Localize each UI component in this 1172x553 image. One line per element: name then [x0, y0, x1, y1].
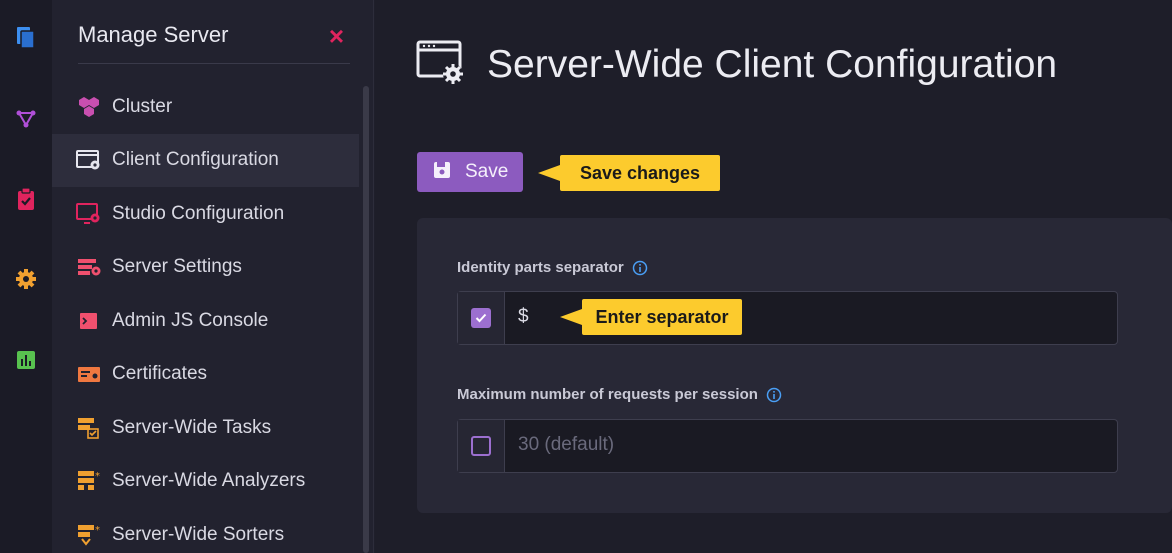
server-settings-icon	[76, 256, 102, 278]
documents-icon[interactable]	[14, 26, 38, 50]
menu-item-label: Server Settings	[112, 256, 242, 278]
tasks-icon	[76, 417, 102, 439]
max-requests-checkbox-cell	[458, 420, 505, 472]
field-label-text: Identity parts separator	[457, 259, 624, 276]
menu-item-client-configuration[interactable]: Client Configuration	[52, 133, 359, 187]
cluster-icon	[76, 96, 102, 118]
sorters-icon: *	[76, 524, 102, 546]
main-content: Server-Wide Client Configuration Save Sa…	[375, 0, 1172, 553]
info-icon[interactable]	[766, 387, 782, 403]
menu-scrollbar[interactable]	[363, 86, 369, 553]
menu-item-label: Server-Wide Sorters	[112, 523, 285, 545]
menu-item-server-wide-tasks[interactable]: Server-Wide Tasks	[52, 401, 359, 455]
close-icon[interactable]: ×	[329, 23, 344, 49]
menu-item-server-settings[interactable]: Server Settings	[52, 241, 359, 295]
menu-item-certificates[interactable]: Certificates	[52, 348, 359, 402]
info-icon[interactable]	[632, 260, 648, 276]
menu-item-admin-js-console[interactable]: Admin JS Console	[52, 294, 359, 348]
menu-item-studio-configuration[interactable]: Studio Configuration	[52, 187, 359, 241]
identity-separator-input[interactable]: $	[518, 306, 529, 328]
max-requests-label: Maximum number of requests per session	[457, 386, 782, 403]
save-changes-callout: Save changes	[538, 155, 720, 191]
page-title: Server-Wide Client Configuration	[487, 42, 1058, 86]
menu-list: Cluster Client Configuration Studio Conf…	[52, 80, 359, 553]
clipboard-check-icon[interactable]	[14, 187, 38, 211]
analyzers-icon: *	[76, 470, 102, 492]
manage-server-menu: Manage Server × Cluster Client Configura…	[52, 0, 374, 553]
gear-icon[interactable]	[14, 267, 38, 291]
menu-title: Manage Server	[78, 22, 229, 47]
save-button[interactable]: Save	[417, 152, 523, 192]
stats-icon[interactable]	[14, 348, 38, 372]
enter-separator-callout: Enter separator	[560, 299, 742, 335]
menu-item-label: Server-Wide Analyzers	[112, 470, 306, 492]
menu-item-server-wide-sorters[interactable]: * Server-Wide Sorters	[52, 508, 359, 553]
icon-rail	[0, 0, 52, 553]
save-button-label: Save	[465, 161, 509, 182]
svg-text:*: *	[95, 525, 100, 536]
console-icon	[76, 310, 102, 332]
identity-separator-field: $	[457, 291, 1118, 345]
max-requests-input[interactable]: 30 (default)	[518, 434, 614, 456]
menu-item-label: Studio Configuration	[112, 202, 285, 224]
client-config-icon	[415, 38, 467, 91]
field-label-text: Maximum number of requests per session	[457, 386, 758, 403]
client-config-icon	[76, 149, 102, 171]
configuration-panel: Identity parts separator $ Enter separat…	[417, 218, 1172, 513]
menu-header: Manage Server ×	[78, 20, 350, 64]
page-header: Server-Wide Client Configuration	[415, 38, 1057, 91]
max-requests-checkbox[interactable]	[471, 436, 491, 456]
save-icon	[433, 161, 451, 184]
identity-separator-label: Identity parts separator	[457, 259, 648, 276]
identity-separator-checkbox-cell	[458, 292, 505, 344]
max-requests-field: 30 (default)	[457, 419, 1118, 473]
studio-config-icon	[76, 202, 102, 225]
identity-separator-checkbox[interactable]	[471, 308, 491, 328]
menu-item-label: Client Configuration	[112, 149, 279, 171]
app-window: Manage Server × Cluster Client Configura…	[0, 0, 1172, 553]
menu-item-cluster[interactable]: Cluster	[52, 80, 359, 134]
menu-item-server-wide-analyzers[interactable]: * Server-Wide Analyzers	[52, 455, 359, 509]
certificate-icon	[76, 363, 102, 385]
menu-item-label: Cluster	[112, 95, 173, 117]
graph-icon[interactable]	[14, 107, 38, 131]
menu-item-label: Admin JS Console	[112, 309, 269, 331]
menu-item-label: Server-Wide Tasks	[112, 416, 272, 438]
menu-item-label: Certificates	[112, 363, 208, 385]
svg-text:*: *	[95, 471, 100, 482]
